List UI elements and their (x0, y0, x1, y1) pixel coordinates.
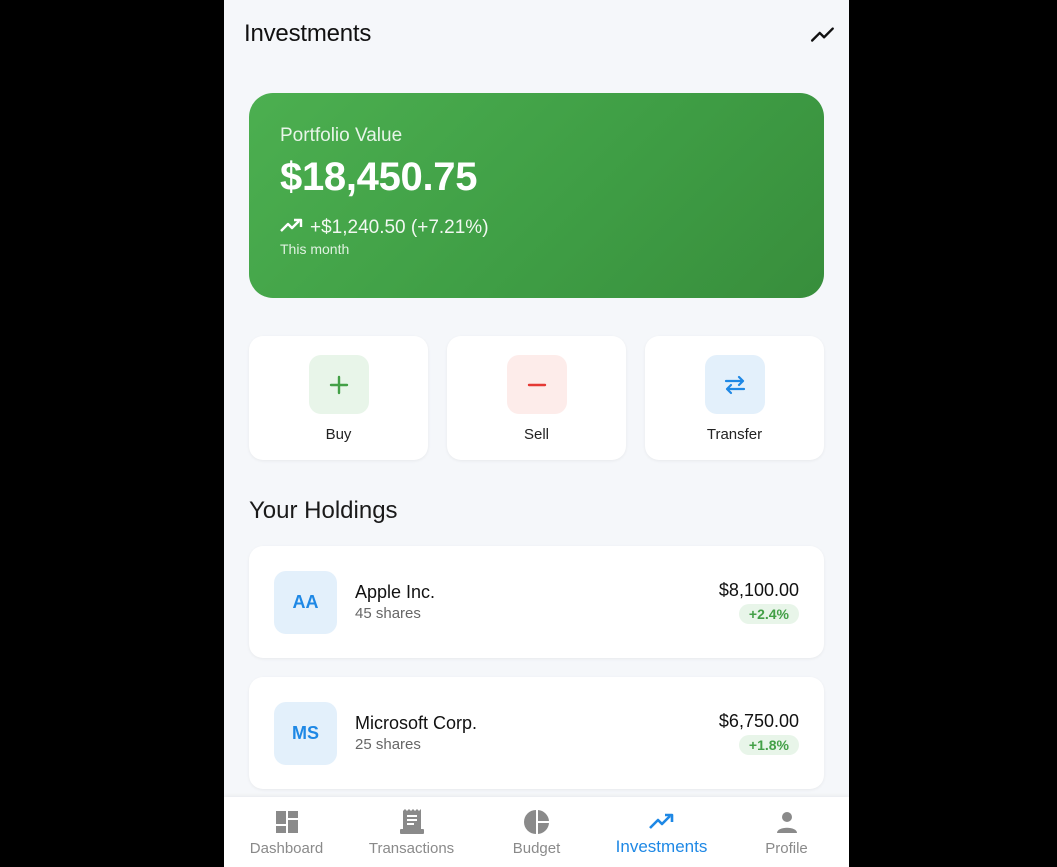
holding-name: Apple Inc. (355, 582, 436, 602)
avatar: MS (274, 701, 337, 765)
receipt-icon (399, 808, 424, 836)
pie-chart-icon (523, 808, 550, 836)
holding-values: $8,100.00 +2.4% (719, 580, 799, 624)
trending-up-icon (280, 216, 304, 239)
portfolio-card: Portfolio Value $18,450.75 +$1,240.50 (+… (249, 93, 824, 298)
app-bar: Investments (224, 0, 849, 68)
holding-info: Apple Inc. 45 shares (355, 582, 719, 622)
trending-up-icon[interactable] (809, 20, 837, 48)
nav-label: Transactions (368, 839, 455, 857)
nav-label: Profile (765, 839, 808, 857)
holding-change-badge: +2.4% (738, 604, 799, 624)
holding-value: $6,750.00 (718, 711, 799, 731)
holding-name: Microsoft Corp. (355, 713, 478, 733)
nav-item-profile[interactable]: Profile (724, 808, 849, 857)
portfolio-change: +$1,240.50 (+7.21%) (310, 216, 489, 238)
minus-icon (506, 355, 567, 414)
app-screen: Investments Portfolio Value $18,450.75 +… (224, 0, 849, 867)
holdings-title: Your Holdings (249, 497, 398, 524)
bottom-nav: Dashboard Transactions Budget Investment… (224, 797, 849, 867)
holding-info: Microsoft Corp. 25 shares (355, 713, 719, 753)
nav-label: Dashboard (249, 839, 324, 857)
holding-values: $6,750.00 +1.8% (719, 711, 799, 755)
transfer-button[interactable]: Transfer (645, 336, 824, 460)
nav-item-dashboard[interactable]: Dashboard (224, 808, 349, 857)
nav-label: Investments (615, 837, 708, 856)
trending-up-icon (648, 807, 676, 835)
buy-button[interactable]: Buy (249, 336, 428, 460)
sell-button[interactable]: Sell (447, 336, 626, 460)
holding-card[interactable]: MS Microsoft Corp. 25 shares $6,750.00 +… (249, 677, 824, 789)
portfolio-label: Portfolio Value (280, 125, 403, 146)
avatar: AA (274, 570, 337, 634)
transfer-label: Transfer (706, 426, 763, 443)
buy-label: Buy (325, 426, 352, 443)
nav-item-transactions[interactable]: Transactions (349, 808, 474, 857)
sell-label: Sell (523, 426, 549, 443)
nav-item-investments[interactable]: Investments (599, 807, 724, 857)
holding-shares: 25 shares (355, 736, 421, 753)
holding-shares: 45 shares (355, 605, 421, 622)
portfolio-period: This month (280, 241, 350, 257)
swap-icon (704, 355, 765, 414)
holding-value: $8,100.00 (718, 580, 799, 600)
plus-icon (308, 355, 369, 414)
person-icon (775, 808, 799, 836)
portfolio-value: $18,450.75 (280, 155, 478, 199)
nav-item-budget[interactable]: Budget (474, 808, 599, 857)
holding-change-badge: +1.8% (738, 735, 799, 755)
portfolio-change-row: +$1,240.50 (+7.21%) (280, 216, 793, 239)
quick-actions: Buy Sell Transfer (249, 336, 824, 460)
holding-card[interactable]: AA Apple Inc. 45 shares $8,100.00 +2.4% (249, 546, 824, 658)
nav-label: Budget (512, 839, 561, 857)
page-title: Investments (244, 20, 372, 47)
dashboard-icon (275, 808, 299, 836)
